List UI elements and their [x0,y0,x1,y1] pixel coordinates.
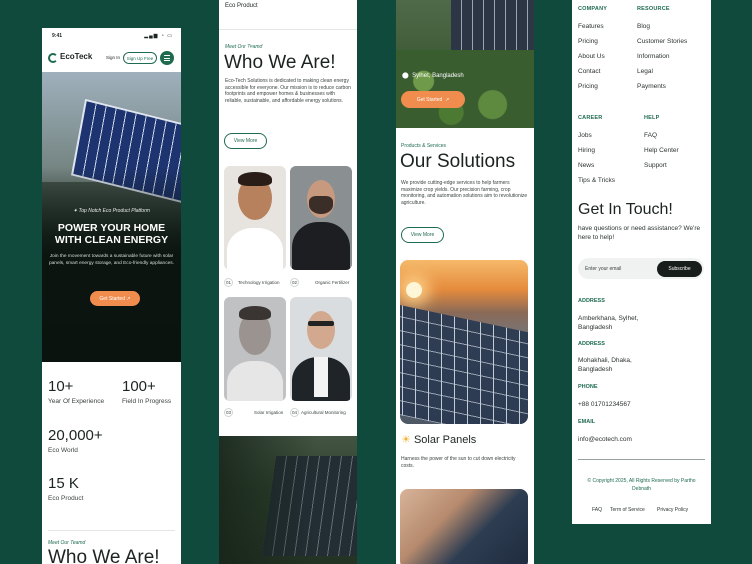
stat-label: Eco Product [48,495,84,502]
team-role: Solar Irrigation [254,410,284,415]
email-value[interactable]: info@ecotech.com [578,435,632,444]
team-photo-1 [224,166,286,270]
footer-link[interactable]: About Us [578,53,605,60]
team-photo-4 [290,297,352,401]
address-heading: ADDRESS [578,341,605,347]
phone-value[interactable]: +88 01701234567 [578,400,631,409]
team-number: 02 [290,278,299,287]
status-icons: ▂▄▆ ◔ ▭ [144,33,173,39]
footer-heading-resource: RESOURCE [637,6,670,12]
hamburger-menu-icon[interactable] [160,51,174,65]
phone-heading: PHONE [578,384,598,390]
hero-tagline: ✦ Top Notch Eco Product Platform [73,208,150,214]
team-number: 03 [224,408,233,417]
stat-value: 10+ [48,378,74,395]
footer-link[interactable]: Information [637,53,670,60]
collaborate-title: Collaborate And Learn From Industry Expe… [224,20,334,58]
worker-image [400,489,528,564]
address-value: Mohakhali, Dhaka, Bangladesh [578,357,632,373]
footer-link[interactable]: Customer Stories [637,38,687,45]
section-label: Products & Services [401,143,447,149]
stat-experience: 10+ Year Of Experience [48,378,104,405]
hero-subtitle: Join the movement towards a sustainable … [48,254,175,266]
email-placeholder: Enter your email [585,266,622,272]
divider [578,459,705,460]
stat-label: Field In Progress [122,398,172,405]
team-photo-2 [290,166,352,270]
mobile-screen-footer: COMPANY Features Pricing About Us Contac… [572,0,711,524]
footer-link[interactable]: Help Center [644,147,679,154]
team-number: 04 [290,408,299,417]
nav-item-eco-product[interactable]: Eco Product [225,3,258,9]
get-in-touch-subtitle: have questions or need assistance? We're… [578,225,701,241]
legal-link-privacy[interactable]: Privacy Policy [657,507,688,513]
product-title: ☀ Solar Panels [401,434,477,446]
footer-link[interactable]: Hiring [578,147,595,154]
stat-value: 100+ [122,378,156,395]
team-photo-3 [224,297,286,401]
footer-link[interactable]: Blog [637,23,650,30]
footer-heading-help: HELP [644,115,660,121]
location-pin-icon: ⬤ [402,73,409,79]
stat-eco-world: 20,000+ Eco World [48,427,103,454]
footer-link[interactable]: Tips & Tricks [578,177,615,184]
subscribe-button[interactable]: Subscribe [657,261,702,277]
mobile-screen-about: Eco Product Meet Our Teamd Who We Are! E… [219,0,357,564]
stat-label: Year Of Experience [48,398,105,405]
footer-heading-career: CAREER [578,115,603,121]
team-number: 01 [224,278,233,287]
brand-logo[interactable]: EcoTeck [60,52,92,61]
section-label: Meet Our Teamd [48,540,86,546]
stat-value: 15 K [48,475,79,492]
footer-link[interactable]: Jobs [578,132,592,139]
team-role: Technology Irrigation [238,280,280,285]
legal-link-terms[interactable]: Term of Service [610,507,645,513]
stat-value: 20,000+ [48,427,103,444]
legal-link-faq[interactable]: FAQ [592,507,602,513]
team-role: Agricultural Monitoring [301,410,346,415]
view-more-button[interactable]: View More [224,133,267,149]
footer-link[interactable]: Contact [578,68,600,75]
footer-heading-company: COMPANY [578,6,608,12]
team-role: Organic Fertilizer [315,280,350,285]
footer-link[interactable]: Pricing [578,83,598,90]
stat-eco-product: 15 K Eco Product [48,475,83,502]
sign-in-link[interactable]: Sign In [106,55,120,60]
status-time: 9:41 [52,33,63,39]
mobile-screen-solutions: ⬤ Sylhet, Bangladesh Get Started ↗ Produ… [396,0,534,564]
mobile-screen-home: 9:41 ▂▄▆ ◔ ▭ EcoTeck Sign In Sign Up Fre… [42,28,181,564]
get-started-button[interactable]: Get Started ↗ [401,91,465,108]
address-value: Amberkhana, Sylhet, Bangladesh [578,315,639,331]
view-more-button[interactable]: View More [401,227,444,243]
footer-link[interactable]: Payments [637,83,666,90]
logo-icon [48,53,58,63]
solar-panels-image [400,260,528,424]
divider [48,530,175,531]
collaborate-banner [219,436,357,564]
location-text: ⬤ Sylhet, Bangladesh [402,73,464,79]
footer-link[interactable]: News [578,162,594,169]
hero-title: POWER YOUR HOME WITH CLEAN ENERGY [54,222,169,246]
product-description: Harness the power of the sun to cut down… [401,456,516,469]
sun-icon: ☀ [401,434,411,446]
footer-link[interactable]: Pricing [578,38,598,45]
section-title: Who We Are! [48,547,160,564]
stat-fields: 100+ Field In Progress [122,378,171,405]
stat-label: Eco World [48,447,78,454]
copyright-text: © Copyright 2025, All Rights Reserved by… [587,478,696,492]
footer-link[interactable]: Legal [637,68,653,75]
footer-link[interactable]: FAQ [644,132,657,139]
location-banner [396,0,534,128]
sign-up-button[interactable]: Sign Up Free [123,52,157,64]
address-heading: ADDRESS [578,298,605,304]
section-title: Our Solutions [400,151,516,172]
get-in-touch-title: Get In Touch! [578,201,673,218]
footer-link[interactable]: Features [578,23,604,30]
footer-link[interactable]: Support [644,162,667,169]
hero-banner [42,72,181,362]
email-heading: EMAIL [578,419,596,425]
solutions-description: We provide cutting-edge services to help… [401,180,528,206]
about-description: Eco-Tech Solutions is dedicated to makin… [225,78,351,104]
get-started-button[interactable]: Get Started ↗ [90,291,140,306]
